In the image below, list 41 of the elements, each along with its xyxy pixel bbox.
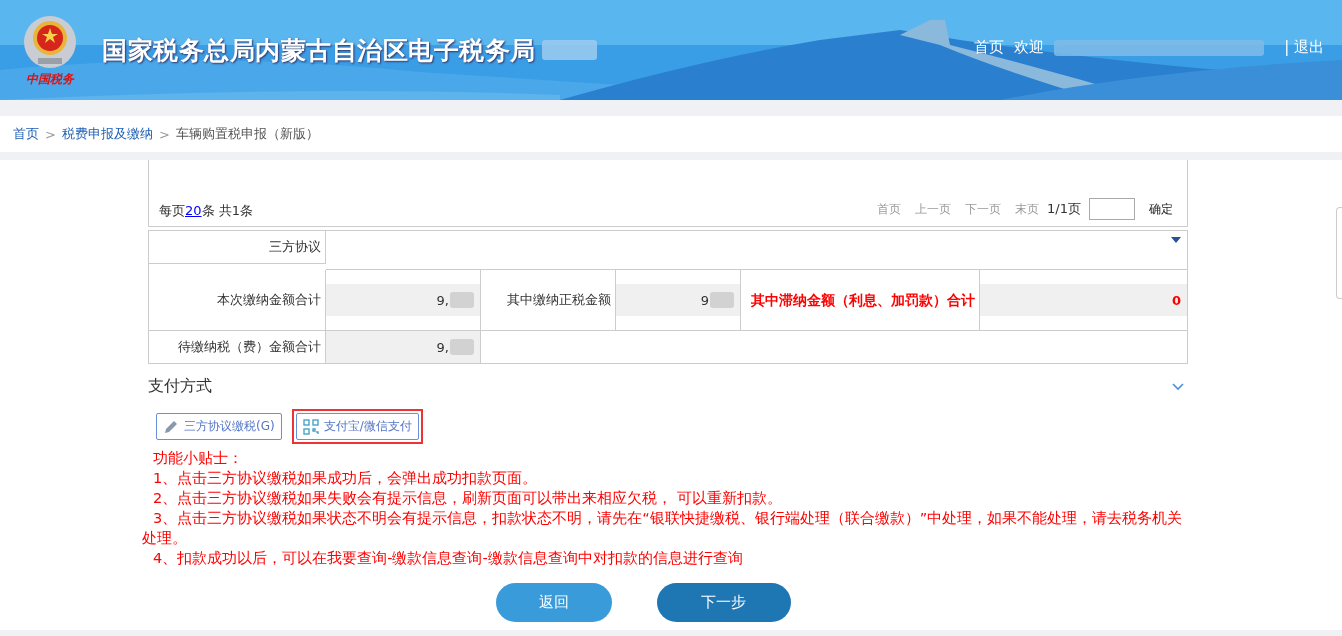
tip-text: 3、点击三方协议缴税如果状态不明会有提示信息，扣款状态不明，请先在“银联快捷缴税、银行端处理（联合缴款）”中处理，如果不能处理，请去税务机关处理。 bbox=[142, 509, 1184, 548]
tips-title: 功能小贴士： bbox=[152, 449, 244, 468]
amount-field: 9, bbox=[326, 331, 480, 363]
tip-text: 4、扣款成功以后，可以在我要查询-缴款信息查询-缴款信息查询中对扣款的信息进行查询 bbox=[152, 549, 744, 568]
action-button[interactable]: 返回 bbox=[495, 583, 612, 622]
agreement-select[interactable] bbox=[326, 231, 1188, 270]
field-label: 三方协议 bbox=[149, 231, 326, 264]
redaction-mark bbox=[541, 40, 597, 60]
payment-method-button[interactable]: 支付宝/微信支付 bbox=[295, 413, 419, 440]
field-label: 其中滞纳金额（利息、加罚款）合计 bbox=[741, 270, 980, 331]
tip-text: 2、点击三方协议缴税如果失败会有提示信息，刷新页面可以带出来相应欠税， 可以重新扣款。 bbox=[152, 489, 783, 508]
section-title: 支付方式 bbox=[148, 376, 212, 397]
payment-method-button[interactable]: 三方协议缴税(G) bbox=[156, 413, 282, 440]
breadcrumb-separator: > bbox=[45, 126, 56, 142]
page-input[interactable] bbox=[1089, 198, 1135, 220]
page-info: 1/1页 bbox=[1047, 200, 1081, 218]
page-size-link[interactable]: 20 bbox=[185, 203, 202, 218]
logo-caption: 中国税务 bbox=[26, 72, 74, 86]
action-button[interactable]: 下一步 bbox=[656, 583, 791, 622]
current-page-label: 车辆购置税申报（新版） bbox=[175, 125, 319, 143]
nav-link[interactable]: | 退出 bbox=[1284, 38, 1324, 57]
breadcrumb-link[interactable]: 首页 bbox=[13, 125, 39, 143]
confirm-button[interactable]: 确定 bbox=[1149, 200, 1173, 218]
welcome-text: 欢迎 bbox=[1014, 38, 1045, 57]
chevron-down-icon[interactable] bbox=[1172, 382, 1184, 391]
amount-field: 9 bbox=[616, 284, 740, 316]
site-title: 国家税务总局内蒙古自治区电子税务局 bbox=[102, 34, 536, 67]
qr-code-icon bbox=[302, 418, 319, 435]
pager-link[interactable]: 末页 bbox=[1015, 200, 1040, 218]
nav-link[interactable]: 首页 bbox=[974, 38, 1005, 57]
pager-link[interactable]: 上一页 bbox=[915, 200, 952, 218]
amount-field: 0 bbox=[980, 284, 1187, 316]
breadcrumb-link[interactable]: 税费申报及缴纳 bbox=[61, 125, 153, 143]
page-size-text: 每页20条 共1条 bbox=[159, 202, 253, 220]
pencil-icon bbox=[163, 418, 179, 435]
pager-link[interactable]: 首页 bbox=[877, 200, 902, 218]
amount-field: 9, bbox=[326, 284, 480, 316]
tip-text: 1、点击三方协议缴税如果成功后，会弹出成功扣款页面。 bbox=[152, 469, 539, 488]
dropdown-icon bbox=[1171, 237, 1181, 243]
pager-link[interactable]: 下一页 bbox=[965, 200, 1002, 218]
breadcrumb-separator: > bbox=[158, 126, 170, 142]
